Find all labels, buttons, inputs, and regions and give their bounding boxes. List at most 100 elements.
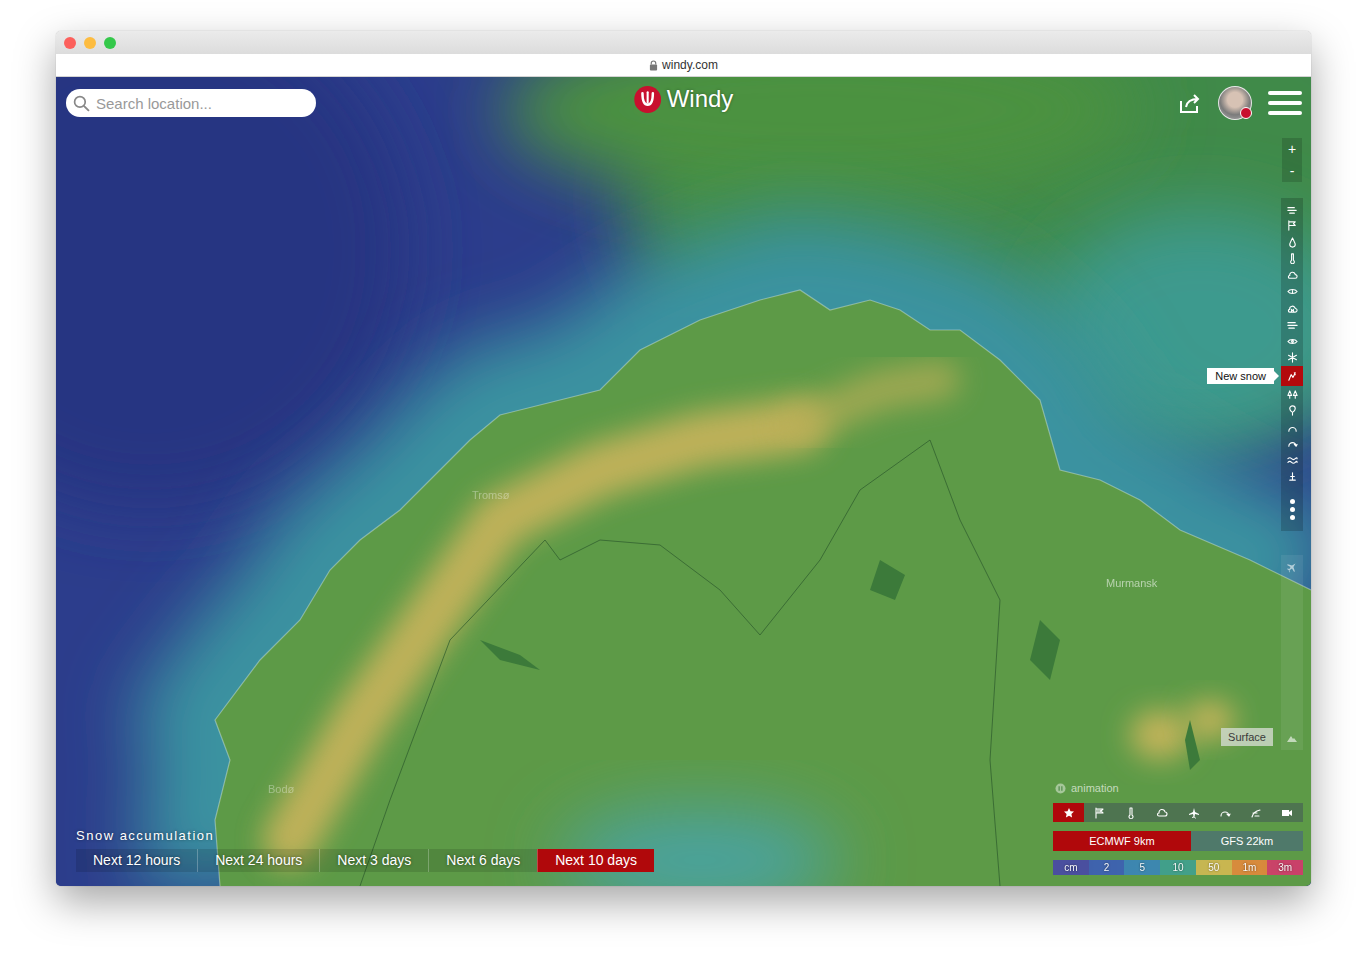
layer-button[interactable] (1281, 469, 1303, 486)
accumulation-tab[interactable]: Next 6 days (428, 849, 537, 872)
quick-layer-button[interactable] (1178, 803, 1209, 822)
legend-tick: 2 (1089, 860, 1125, 875)
layer-button[interactable] (1281, 251, 1303, 268)
search-field[interactable]: Search location... (66, 89, 316, 117)
layer-icon (1287, 405, 1298, 416)
accumulation-tab[interactable]: Next 10 days (537, 849, 654, 872)
legend-tick: 5 (1124, 860, 1160, 875)
city-label[interactable]: Bodø (268, 783, 294, 795)
city-label[interactable]: Tromsø (472, 489, 509, 501)
legend-tick: 1m (1232, 860, 1268, 875)
layer-icon (1287, 389, 1298, 400)
legend-tick: 3m (1267, 860, 1303, 875)
accumulation-title: Snow accumulation (76, 828, 654, 843)
accumulation-tab[interactable]: Next 3 days (319, 849, 428, 872)
menu-bar (1268, 101, 1302, 105)
layer-button[interactable] (1281, 201, 1303, 218)
quick-layer-icon (1219, 807, 1231, 819)
zoom-out-button[interactable]: - (1282, 160, 1302, 182)
logo-text: Windy (667, 85, 734, 113)
layer-button[interactable] (1281, 436, 1303, 453)
quick-layer-icon (1094, 807, 1106, 819)
model-button[interactable]: ECMWF 9km (1053, 831, 1191, 851)
quick-layer-button[interactable] (1053, 803, 1084, 822)
layer-button[interactable] (1281, 350, 1303, 367)
close-button[interactable] (64, 37, 76, 49)
layer-button[interactable] (1281, 267, 1303, 284)
layer-button[interactable] (1281, 234, 1303, 251)
animation-label: animation (1071, 782, 1119, 794)
mountain-icon (1286, 732, 1298, 744)
quick-layer-icon (1063, 807, 1075, 819)
quick-layer-button[interactable] (1147, 803, 1178, 822)
layer-tooltip: New snow (1207, 368, 1274, 384)
layer-button[interactable] (1281, 452, 1303, 469)
quick-layer-icon (1125, 807, 1137, 819)
browser-window: windy.com Tromsø Murmansk Bodø Search loca… (56, 31, 1311, 886)
address-bar[interactable]: windy.com (56, 54, 1311, 77)
more-layers-button[interactable] (1281, 485, 1303, 528)
color-legend: cm2510501m3m (1053, 860, 1303, 875)
quick-layer-icon (1188, 807, 1200, 819)
level-selector[interactable] (1281, 555, 1303, 750)
layer-icon (1287, 253, 1298, 264)
layer-icon (1287, 319, 1298, 330)
quick-layer-button[interactable] (1209, 803, 1240, 822)
layer-icon (1287, 438, 1298, 449)
layer-button[interactable] (1281, 403, 1303, 420)
model-selector: ECMWF 9kmGFS 22km (1053, 831, 1303, 851)
quick-layers (1053, 803, 1303, 822)
legend-tick: cm (1053, 860, 1089, 875)
legend-tick: 50 (1196, 860, 1232, 875)
accumulation-tab[interactable]: Next 24 hours (197, 849, 319, 872)
layer-icon (1287, 471, 1298, 482)
layer-button[interactable] (1281, 419, 1303, 436)
layer-button[interactable] (1281, 300, 1303, 317)
title-bar (56, 31, 1311, 54)
layer-button[interactable] (1281, 333, 1303, 350)
menu-bar (1268, 91, 1302, 95)
map[interactable]: Tromsø Murmansk Bodø Search location... Wi… (56, 77, 1311, 886)
quick-layer-icon (1281, 807, 1293, 819)
layer-icon (1287, 371, 1298, 382)
menu-bar (1268, 111, 1302, 115)
accumulation-tab[interactable]: Next 12 hours (76, 849, 197, 872)
menu-button[interactable] (1268, 91, 1302, 115)
legend-tick: 10 (1160, 860, 1196, 875)
share-icon[interactable] (1178, 92, 1202, 114)
quick-layer-icon (1156, 807, 1168, 819)
layer-icon (1287, 455, 1298, 466)
layer-icon (1287, 286, 1298, 297)
layer-button[interactable] (1281, 317, 1303, 334)
accumulation-panel: Snow accumulation Next 12 hoursNext 24 h… (76, 828, 654, 872)
pause-icon (1055, 783, 1066, 794)
zoom-button[interactable] (104, 37, 116, 49)
model-button[interactable]: GFS 22km (1191, 831, 1303, 851)
city-label[interactable]: Murmansk (1106, 577, 1157, 589)
quick-layer-button[interactable] (1272, 803, 1303, 822)
level-label: Surface (1221, 728, 1273, 746)
magnifier-icon (73, 95, 90, 112)
accumulation-tabs: Next 12 hoursNext 24 hoursNext 3 daysNex… (76, 849, 654, 872)
quick-layer-button[interactable] (1241, 803, 1272, 822)
layer-icon (1287, 270, 1298, 281)
layer-button[interactable]: New snow (1281, 366, 1303, 386)
quick-layer-button[interactable] (1116, 803, 1147, 822)
user-avatar[interactable] (1218, 86, 1252, 120)
logo[interactable]: Windy (634, 85, 734, 113)
quick-layer-button[interactable] (1084, 803, 1115, 822)
bottom-right-panel: animation ECMWF 9kmGFS 22km cm2510501m3m (1053, 782, 1303, 875)
minimize-button[interactable] (84, 37, 96, 49)
layer-icon (1287, 237, 1298, 248)
url-text: windy.com (662, 58, 718, 72)
layer-icon (1287, 220, 1298, 231)
zoom-in-button[interactable]: + (1282, 138, 1302, 160)
layer-button[interactable] (1281, 386, 1303, 403)
layer-button[interactable] (1281, 218, 1303, 235)
search-placeholder: Search location... (96, 95, 212, 112)
animation-toggle[interactable]: animation (1053, 782, 1303, 794)
zoom-controls: + - (1282, 138, 1302, 182)
layer-button[interactable] (1281, 284, 1303, 301)
layer-icon (1287, 352, 1298, 363)
windy-logo-icon (634, 86, 661, 113)
